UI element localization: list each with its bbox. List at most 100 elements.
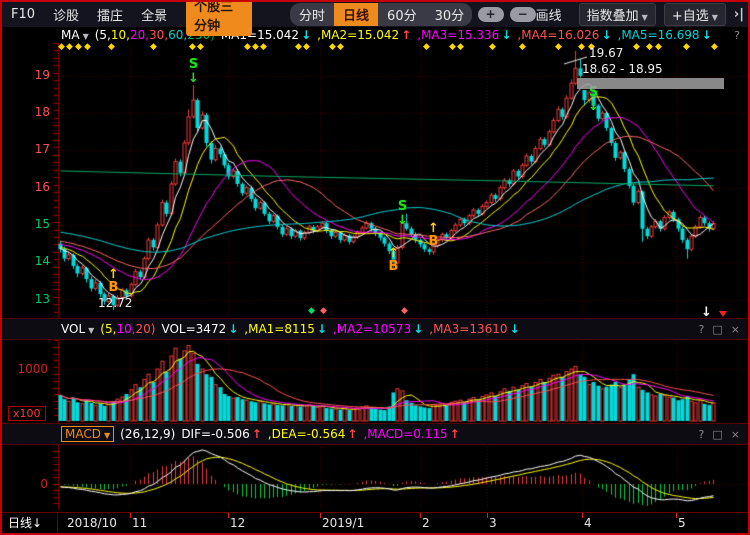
- help-icon[interactable]: ?: [699, 323, 705, 336]
- dif-value: DIF=-0.506↑: [181, 427, 261, 441]
- dea-value: ,DEA=-0.564↑: [268, 427, 358, 441]
- signal-diamond-icon[interactable]: ◆: [401, 307, 408, 316]
- date-axis-label: 5: [678, 516, 686, 530]
- date-axis-label: 11: [132, 516, 147, 530]
- date-axis-label: 2: [422, 516, 430, 530]
- tab-intraday[interactable]: 分时: [290, 3, 334, 26]
- month-tick: [320, 513, 321, 518]
- ma-indicator-selector[interactable]: MA▼: [61, 28, 89, 42]
- event-diamond-icon[interactable]: ◆: [189, 43, 196, 52]
- tab-daily[interactable]: 日线: [334, 3, 378, 26]
- event-diamond-icon[interactable]: ◆: [711, 43, 718, 52]
- buy-signal-marker: B: [387, 260, 401, 273]
- tab-30min[interactable]: 30分: [426, 3, 472, 26]
- event-diamond-icon[interactable]: ◆: [150, 43, 157, 52]
- event-diamond-icon[interactable]: ◆: [66, 43, 73, 52]
- sell-arrow-icon: ↓: [587, 100, 601, 113]
- price-axis-label: 17: [6, 142, 50, 156]
- collapse-panel-icon[interactable]: ›|: [734, 7, 744, 22]
- close-icon[interactable]: ×: [731, 428, 740, 441]
- month-tick: [420, 513, 421, 518]
- event-diamond-icon[interactable]: ◆: [646, 43, 653, 52]
- price-axis-label: 19: [6, 68, 50, 82]
- top-toolbar: F10 诊股 擂庄 全景 个股三分钟 分时 日线 60分 30分 周线▼ + −…: [2, 2, 748, 27]
- price-axis-label: 16: [6, 180, 50, 194]
- chevron-down-icon: ▼: [642, 13, 648, 22]
- event-diamond-icon[interactable]: ◆: [244, 43, 251, 52]
- date-axis-label: 2019/1: [322, 516, 364, 530]
- date-axis-label: 3: [489, 516, 497, 530]
- event-diamond-icon[interactable]: ◆: [655, 43, 662, 52]
- event-diamond-icon[interactable]: ◆: [303, 43, 310, 52]
- ma3-value: ,MA3=15.336↓: [417, 28, 511, 42]
- event-diamond-icon[interactable]: ◆: [489, 43, 496, 52]
- macd-zero-label: 0: [4, 477, 48, 491]
- draw-line-button[interactable]: 画线: [536, 5, 562, 24]
- event-diamond-icon[interactable]: ◆: [578, 43, 585, 52]
- event-diamond-icon[interactable]: ◆: [337, 43, 344, 52]
- macd-value: ,MACD=0.115↑: [363, 427, 459, 441]
- close-icon[interactable]: ×: [731, 323, 740, 336]
- ma4-value: ,MA4=16.026↓: [517, 28, 611, 42]
- buy-signal-marker: B: [427, 235, 441, 248]
- event-diamond-icon[interactable]: ◆: [58, 43, 65, 52]
- macd-params: (26,12,9): [120, 427, 175, 441]
- tab-60min[interactable]: 60分: [378, 3, 426, 26]
- vol-params: (5,10,20): [100, 322, 155, 336]
- event-diamond-icon[interactable]: ◆: [252, 43, 259, 52]
- month-tick: [676, 513, 677, 518]
- event-diamond-icon[interactable]: ◆: [197, 43, 204, 52]
- menu-overview[interactable]: 全景: [141, 5, 167, 24]
- gap-band: [577, 78, 724, 89]
- vol-ma2-value: ,MA2=10573↓: [333, 322, 423, 336]
- chevron-down-icon: ▼: [88, 326, 94, 335]
- zoom-in-button[interactable]: +: [478, 7, 504, 22]
- macd-indicator-selector[interactable]: MACD▼: [61, 426, 114, 442]
- signal-diamond-icon[interactable]: ◆: [320, 307, 327, 316]
- menu-banker-detect[interactable]: 擂庄: [97, 5, 123, 24]
- event-diamond-icon[interactable]: ◆: [519, 43, 526, 52]
- vol-indicator-selector[interactable]: VOL▼: [61, 322, 94, 336]
- event-diamond-icon[interactable]: ◆: [457, 43, 464, 52]
- event-diamond-icon[interactable]: ◆: [75, 43, 82, 52]
- help-icon[interactable]: ?: [699, 428, 705, 441]
- chevron-down-icon: ▼: [712, 13, 718, 22]
- vol-ma1-value: ,MA1=8115↓: [244, 322, 327, 336]
- low-price-label: 12.72: [98, 296, 132, 310]
- event-diamond-icon[interactable]: ◆: [108, 43, 115, 52]
- event-diamond-icon[interactable]: ◆: [633, 43, 640, 52]
- maximize-icon[interactable]: □: [712, 428, 722, 441]
- add-watchlist-button[interactable]: +自选▼: [664, 3, 726, 26]
- menu-diagnose-stock[interactable]: 诊股: [53, 5, 79, 24]
- price-axis-label: 18: [6, 105, 50, 119]
- vol-multiplier-label: x100: [8, 406, 46, 421]
- axis-marker-icon: [719, 311, 727, 317]
- vol-axis-label: 1000: [4, 362, 48, 376]
- event-diamond-icon[interactable]: ◆: [423, 43, 430, 52]
- menu-f10[interactable]: F10: [11, 7, 35, 22]
- vol-indicator-header: VOL▼ (5,10,20) VOL=3472↓ ,MA1=8115↓ ,MA2…: [2, 318, 748, 340]
- stock-3min-button[interactable]: 个股三分钟: [186, 0, 252, 36]
- sell-arrow-icon: ↓: [396, 214, 410, 227]
- time-axis: 日线↓ 2018/1011122019/12345: [2, 512, 748, 534]
- event-diamond-icon[interactable]: ◆: [555, 43, 562, 52]
- month-tick: [582, 513, 583, 518]
- event-diamond-icon[interactable]: ◆: [84, 43, 91, 52]
- zoom-out-button[interactable]: −: [510, 7, 536, 22]
- event-diamond-icon[interactable]: ◆: [329, 43, 336, 52]
- date-axis-label: 2018/10: [67, 516, 117, 530]
- event-diamond-icon[interactable]: ◆: [260, 43, 267, 52]
- event-diamond-icon[interactable]: ◆: [295, 43, 302, 52]
- signal-diamond-icon[interactable]: ◆: [308, 307, 315, 316]
- bottom-period-selector[interactable]: 日线↓: [2, 513, 58, 534]
- peak-price-label: 19.67: [589, 46, 623, 60]
- sell-arrow-icon: ↓: [187, 72, 201, 85]
- event-diamond-icon[interactable]: ◆: [683, 43, 690, 52]
- maximize-icon[interactable]: □: [712, 323, 722, 336]
- month-tick: [130, 513, 131, 518]
- gap-range-label: 18.62 - 18.95: [582, 62, 663, 76]
- help-icon[interactable]: ?: [734, 29, 740, 42]
- event-diamond-icon[interactable]: ◆: [449, 43, 456, 52]
- index-overlay-button[interactable]: 指数叠加▼: [579, 3, 656, 26]
- period-tabs: 分时 日线 60分 30分 周线▼: [290, 3, 472, 26]
